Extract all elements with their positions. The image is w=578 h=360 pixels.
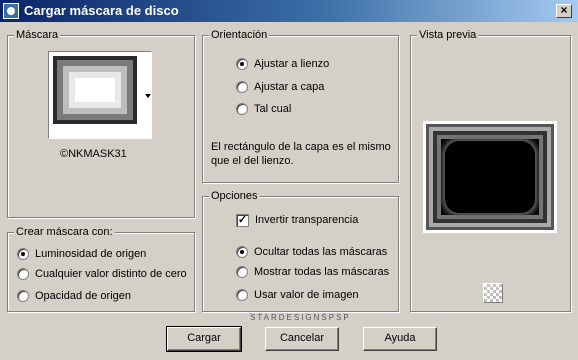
app-icon: [3, 3, 19, 19]
preview-image: [423, 121, 557, 233]
radio-show-all-masks[interactable]: Mostrar todas las máscaras: [236, 264, 389, 280]
radio-button[interactable]: [236, 266, 248, 278]
chevron-down-icon[interactable]: [145, 94, 151, 98]
radio-button-selected[interactable]: [17, 248, 29, 260]
radio-label: Ajustar a capa: [254, 81, 325, 93]
mask-group-legend: Máscara: [14, 28, 61, 42]
checkbox-label: Invertir transparencia: [255, 214, 359, 226]
radio-button[interactable]: [17, 268, 29, 280]
help-button[interactable]: Ayuda: [363, 327, 437, 351]
create-mask-group-legend: Crear máscara con:: [14, 225, 115, 239]
mask-thumbnail-dropdown[interactable]: [48, 51, 152, 139]
radio-label: Ocultar todas las máscaras: [254, 246, 388, 258]
radio-button[interactable]: [236, 103, 248, 115]
radio-any-nonzero-value[interactable]: Cualquier valor distinto de cero: [17, 266, 187, 282]
preview-mask-shape: [445, 141, 535, 213]
load-button[interactable]: Cargar: [166, 326, 242, 352]
check-icon[interactable]: ✓: [236, 213, 249, 227]
checkbox-invert-transparency[interactable]: ✓ Invertir transparencia: [236, 212, 358, 228]
radio-label: Mostrar todas las máscaras: [254, 266, 390, 278]
orientation-note: El rectángulo de la capa es el mismo que…: [211, 141, 391, 167]
radio-button[interactable]: [236, 81, 248, 93]
transparency-toggle-icon[interactable]: [483, 283, 503, 303]
orientation-group-legend: Orientación: [209, 28, 270, 42]
watermark-text: STARDESIGNSPSP: [250, 313, 351, 322]
radio-button[interactable]: [236, 289, 248, 301]
radio-button-selected[interactable]: [236, 246, 248, 258]
radio-label: Opacidad de origen: [35, 290, 132, 302]
radio-fit-to-canvas[interactable]: Ajustar a lienzo: [236, 56, 329, 72]
radio-button[interactable]: [17, 290, 29, 302]
cancel-button[interactable]: Cancelar: [265, 327, 339, 351]
close-button[interactable]: ×: [556, 4, 572, 18]
radio-fit-to-layer[interactable]: Ajustar a capa: [236, 79, 324, 95]
preview-group-legend: Vista previa: [417, 28, 479, 42]
radio-label: Tal cual: [254, 103, 292, 115]
radio-as-is[interactable]: Tal cual: [236, 101, 291, 117]
radio-use-image-value[interactable]: Usar valor de imagen: [236, 287, 359, 303]
radio-source-opacity[interactable]: Opacidad de origen: [17, 288, 131, 304]
mask-thumbnail-image: [53, 56, 137, 124]
radio-label: Ajustar a lienzo: [254, 58, 330, 70]
options-group-legend: Opciones: [209, 189, 260, 203]
radio-label: Luminosidad de origen: [35, 248, 147, 260]
radio-label: Cualquier valor distinto de cero: [35, 268, 187, 280]
radio-hide-all-masks[interactable]: Ocultar todas las máscaras: [236, 244, 387, 260]
mask-name-label: ©NKMASK31: [60, 148, 127, 160]
radio-source-luminance[interactable]: Luminosidad de origen: [17, 246, 146, 262]
radio-button-selected[interactable]: [236, 58, 248, 70]
radio-label: Usar valor de imagen: [254, 289, 359, 301]
window-title: Cargar máscara de disco: [24, 3, 179, 18]
